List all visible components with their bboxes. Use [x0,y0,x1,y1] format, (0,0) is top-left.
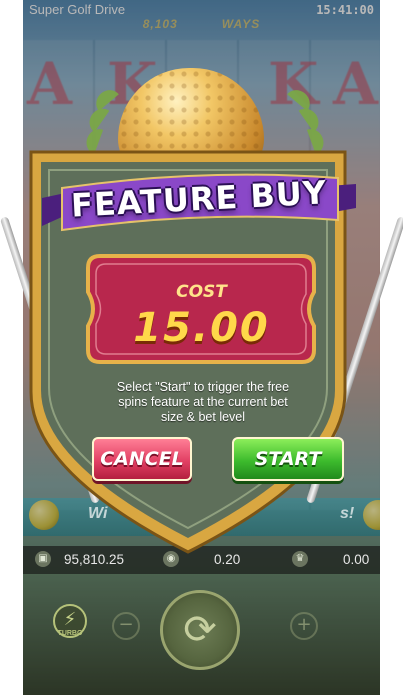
turbo-label: TURBO [57,630,83,637]
minus-icon: − [118,614,134,635]
bet-plus-button[interactable]: + [290,612,318,640]
cost-label: COST [176,282,227,302]
feature-description: Select "Start" to trigger the free spins… [116,380,290,424]
cost-value: 15.00 [133,305,270,351]
spin-arrows-icon: ⟳ [183,607,217,653]
start-button[interactable]: START [232,437,344,481]
cancel-button[interactable]: CANCEL [92,437,192,481]
bet-minus-button[interactable]: − [112,612,140,640]
feature-buy-banner: FEATURE BUY [42,168,356,240]
spin-button[interactable]: ⟳ [160,590,240,670]
plus-icon: + [296,614,312,635]
turbo-lightning-icon: ⚡ [63,609,77,630]
